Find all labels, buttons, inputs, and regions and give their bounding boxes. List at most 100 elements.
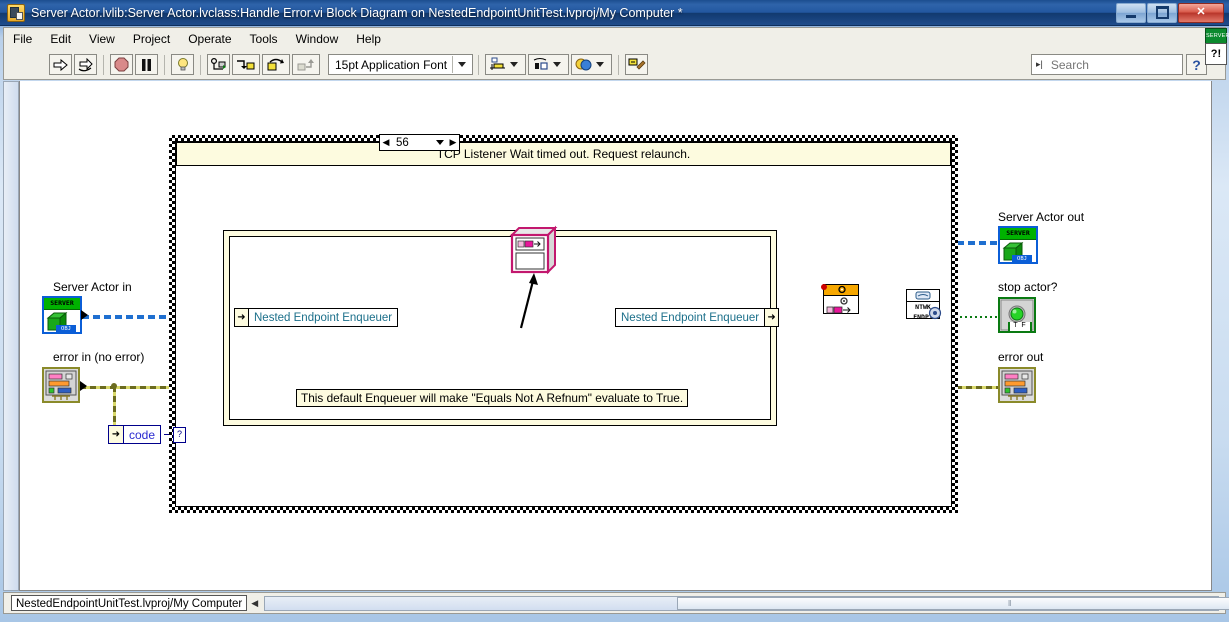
server-actor-in-type-tag: OBJ [56, 325, 76, 333]
distribute-objects-icon [533, 58, 548, 70]
status-project-path[interactable]: NestedEndpointUnitTest.lvproj/My Compute… [11, 595, 248, 611]
server-actor-in-arrow-icon [81, 310, 88, 320]
chevron-down-icon [596, 62, 605, 67]
run-continuously-button[interactable] [74, 54, 97, 75]
server-actor-in-terminal[interactable]: SERVER OBJ [42, 296, 82, 334]
title-bar: Server Actor.lvlib:Server Actor.lvclass:… [0, 0, 1229, 26]
window-controls: ✕ [1115, 2, 1224, 23]
server-actor-out-type-tag: OBJ [1012, 255, 1032, 263]
property-node[interactable] [821, 284, 859, 314]
step-over-icon [267, 58, 284, 70]
property-node-gear-icon [838, 285, 846, 294]
help-button[interactable]: ? [1186, 54, 1207, 75]
menu-item-operate[interactable]: Operate [179, 29, 240, 49]
retain-wire-values-button[interactable] [207, 54, 230, 75]
close-button[interactable]: ✕ [1178, 2, 1224, 23]
invoke-node[interactable] [508, 225, 558, 277]
reorder-button[interactable] [571, 54, 613, 75]
right-arrow-icon[interactable]: ▶ [447, 135, 459, 150]
align-objects-icon [490, 57, 506, 70]
property-node-body-icon [826, 297, 851, 314]
abort-button[interactable] [110, 54, 133, 75]
menu-item-help[interactable]: Help [347, 29, 390, 49]
horizontal-scrollbar[interactable]: ‖ [264, 595, 1229, 611]
server-actor-in-badge: SERVER [44, 298, 80, 310]
server-actor-in-label: Server Actor in [53, 280, 132, 294]
code-label: code [129, 427, 156, 442]
pause-icon [142, 58, 151, 71]
expand-left-icon[interactable]: ▸| [1032, 59, 1046, 70]
left-arrow-icon[interactable]: ◀ [251, 598, 258, 609]
diagram-comment[interactable]: This default Enqueuer will make "Equals … [296, 389, 689, 407]
minimize-button[interactable] [1116, 2, 1146, 23]
align-objects-button[interactable] [485, 54, 527, 75]
maximize-button[interactable] [1147, 2, 1177, 23]
distribute-objects-button[interactable] [528, 54, 570, 75]
server-badge: SERVER [1205, 28, 1229, 44]
close-icon: ✕ [1196, 6, 1206, 18]
retain-wire-values-icon [210, 57, 226, 70]
enqueuer-input-node[interactable]: ➜ Nested Endpoint Enqueuer [234, 308, 399, 327]
invoke-node-3d-icon [509, 225, 558, 275]
clean-up-diagram-button[interactable] [625, 54, 649, 75]
vertical-scrollbar[interactable] [3, 81, 19, 591]
menu-item-window[interactable]: Window [287, 29, 348, 49]
highlight-execution-bulb-icon [177, 58, 188, 71]
left-arrow-icon[interactable]: ◀ [380, 135, 392, 150]
error-out-label: error out [998, 350, 1044, 364]
step-into-icon [237, 59, 255, 69]
network-endpoint-node[interactable]: NTWK ENDPT [906, 289, 942, 321]
comment-leader-line [519, 273, 538, 329]
error-in-label: error in (no error) [53, 350, 145, 364]
error-out-terminal[interactable] [998, 367, 1036, 403]
labview-block-diagram-window: Server Actor.lvlib:Server Actor.lvclass:… [0, 0, 1229, 622]
menu-item-edit[interactable]: Edit [41, 29, 80, 49]
abort-stop-icon [114, 57, 129, 72]
chevron-down-icon[interactable] [436, 140, 444, 145]
wire-error-in [80, 386, 182, 389]
error-in-terminal[interactable] [42, 367, 80, 403]
enqueuer-output-label: Nested Endpoint Enqueuer [621, 311, 760, 324]
block-diagram-canvas[interactable]: TCP Listener Wait timed out. Request rel… [19, 81, 1212, 591]
enqueuer-output-node[interactable]: Nested Endpoint Enqueuer ➜ [615, 308, 780, 327]
endpoint-gear-badge-icon [928, 306, 942, 320]
property-node-header [821, 284, 858, 296]
case-selector[interactable]: ◀ 56 ▶ [379, 134, 460, 151]
search-box[interactable]: ▸| [1031, 54, 1208, 75]
step-out-button[interactable] [292, 54, 320, 75]
error-in-arrow-icon [80, 381, 87, 391]
menu-item-project[interactable]: Project [124, 29, 179, 49]
menu-bar: File Edit View Project Operate Tools Win… [3, 27, 1226, 50]
error-dot-icon [821, 284, 827, 290]
menu-item-view[interactable]: View [80, 29, 124, 49]
pause-button[interactable] [135, 54, 158, 75]
error-cluster-icon [1001, 370, 1033, 400]
search-input[interactable] [1045, 56, 1208, 73]
server-actor-out-terminal[interactable]: SERVER OBJ [998, 226, 1038, 264]
error-cluster-icon [45, 370, 77, 400]
case-subdiagram-label: TCP Listener Wait timed out. Request rel… [176, 142, 951, 166]
menu-item-file[interactable]: File [4, 29, 41, 49]
step-out-icon [297, 58, 314, 70]
font-selector[interactable]: 15pt Application Font [328, 54, 474, 75]
context-help-button[interactable]: ?! [1205, 43, 1227, 65]
chevron-down-icon [458, 62, 467, 67]
run-button[interactable] [49, 54, 72, 75]
maximize-icon [1155, 6, 1169, 19]
stop-actor-terminal[interactable]: T F [998, 297, 1036, 333]
question-tunnel[interactable]: ? [173, 427, 186, 443]
wire-stop-actor [950, 316, 1005, 318]
server-actor-out-badge: SERVER [1000, 228, 1036, 240]
run-arrow-icon [53, 58, 68, 71]
menu-item-tools[interactable]: Tools [241, 29, 287, 49]
labview-vi-icon [7, 3, 25, 22]
horizontal-scrollbar-thumb[interactable]: ‖ [677, 596, 1229, 610]
highlight-execution-button[interactable] [171, 54, 194, 75]
stop-actor-label: stop actor? [998, 280, 1058, 294]
tunnel-arrow-icon: ➜ [764, 309, 779, 326]
tunnel-arrow-icon: ➜ [235, 309, 249, 326]
code-unbundle-node[interactable]: ➜ code [108, 425, 162, 444]
server-actor-out-label: Server Actor out [998, 210, 1085, 224]
step-into-button[interactable] [232, 54, 260, 75]
step-over-button[interactable] [262, 54, 290, 75]
